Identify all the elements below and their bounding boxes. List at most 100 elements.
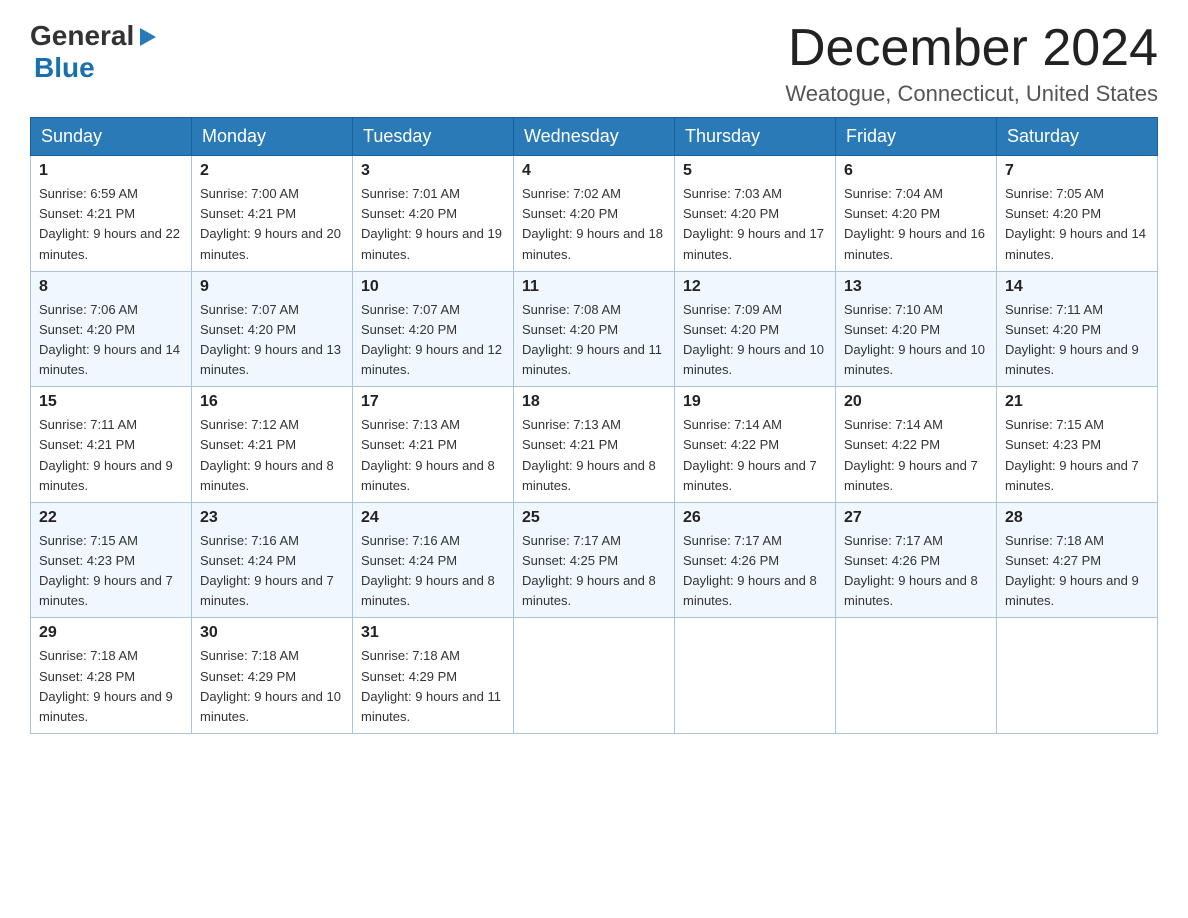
- day-number: 1: [39, 162, 183, 180]
- day-number: 9: [200, 278, 344, 296]
- calendar-day-cell: 24 Sunrise: 7:16 AMSunset: 4:24 PMDaylig…: [353, 502, 514, 618]
- day-info: Sunrise: 7:11 AMSunset: 4:20 PMDaylight:…: [1005, 302, 1139, 377]
- day-info: Sunrise: 7:01 AMSunset: 4:20 PMDaylight:…: [361, 186, 502, 261]
- calendar-day-cell: 2 Sunrise: 7:00 AMSunset: 4:21 PMDayligh…: [192, 156, 353, 272]
- calendar-week-row: 29 Sunrise: 7:18 AMSunset: 4:28 PMDaylig…: [31, 618, 1158, 734]
- day-number: 12: [683, 278, 827, 296]
- calendar-day-cell: 1 Sunrise: 6:59 AMSunset: 4:21 PMDayligh…: [31, 156, 192, 272]
- day-info: Sunrise: 7:17 AMSunset: 4:26 PMDaylight:…: [844, 533, 978, 608]
- calendar-day-cell: 6 Sunrise: 7:04 AMSunset: 4:20 PMDayligh…: [836, 156, 997, 272]
- day-number: 23: [200, 509, 344, 527]
- calendar-week-row: 8 Sunrise: 7:06 AMSunset: 4:20 PMDayligh…: [31, 271, 1158, 387]
- logo-triangle-icon: [136, 26, 158, 48]
- day-number: 17: [361, 393, 505, 411]
- calendar-day-header: Monday: [192, 118, 353, 156]
- calendar-day-header: Thursday: [675, 118, 836, 156]
- calendar-day-cell: [514, 618, 675, 734]
- calendar-day-cell: 17 Sunrise: 7:13 AMSunset: 4:21 PMDaylig…: [353, 387, 514, 503]
- calendar-day-cell: 21 Sunrise: 7:15 AMSunset: 4:23 PMDaylig…: [997, 387, 1158, 503]
- calendar-day-cell: 11 Sunrise: 7:08 AMSunset: 4:20 PMDaylig…: [514, 271, 675, 387]
- calendar-table: SundayMondayTuesdayWednesdayThursdayFrid…: [30, 117, 1158, 734]
- calendar-day-cell: 27 Sunrise: 7:17 AMSunset: 4:26 PMDaylig…: [836, 502, 997, 618]
- day-number: 15: [39, 393, 183, 411]
- calendar-day-cell: 18 Sunrise: 7:13 AMSunset: 4:21 PMDaylig…: [514, 387, 675, 503]
- calendar-day-header: Tuesday: [353, 118, 514, 156]
- day-info: Sunrise: 7:08 AMSunset: 4:20 PMDaylight:…: [522, 302, 662, 377]
- day-number: 29: [39, 624, 183, 642]
- calendar-day-cell: 19 Sunrise: 7:14 AMSunset: 4:22 PMDaylig…: [675, 387, 836, 503]
- day-number: 10: [361, 278, 505, 296]
- logo-general-text: General: [30, 20, 134, 52]
- calendar-day-cell: [836, 618, 997, 734]
- calendar-day-cell: 10 Sunrise: 7:07 AMSunset: 4:20 PMDaylig…: [353, 271, 514, 387]
- day-info: Sunrise: 7:11 AMSunset: 4:21 PMDaylight:…: [39, 417, 173, 492]
- calendar-day-cell: 7 Sunrise: 7:05 AMSunset: 4:20 PMDayligh…: [997, 156, 1158, 272]
- calendar-week-row: 22 Sunrise: 7:15 AMSunset: 4:23 PMDaylig…: [31, 502, 1158, 618]
- day-info: Sunrise: 7:09 AMSunset: 4:20 PMDaylight:…: [683, 302, 824, 377]
- day-info: Sunrise: 7:16 AMSunset: 4:24 PMDaylight:…: [361, 533, 495, 608]
- day-info: Sunrise: 7:10 AMSunset: 4:20 PMDaylight:…: [844, 302, 985, 377]
- calendar-day-cell: [675, 618, 836, 734]
- calendar-day-cell: 12 Sunrise: 7:09 AMSunset: 4:20 PMDaylig…: [675, 271, 836, 387]
- day-number: 5: [683, 162, 827, 180]
- calendar-day-cell: 4 Sunrise: 7:02 AMSunset: 4:20 PMDayligh…: [514, 156, 675, 272]
- day-number: 7: [1005, 162, 1149, 180]
- day-info: Sunrise: 7:06 AMSunset: 4:20 PMDaylight:…: [39, 302, 180, 377]
- month-title: December 2024: [785, 20, 1158, 77]
- calendar-day-cell: 3 Sunrise: 7:01 AMSunset: 4:20 PMDayligh…: [353, 156, 514, 272]
- day-number: 11: [522, 278, 666, 296]
- day-info: Sunrise: 7:16 AMSunset: 4:24 PMDaylight:…: [200, 533, 334, 608]
- day-number: 18: [522, 393, 666, 411]
- day-info: Sunrise: 7:00 AMSunset: 4:21 PMDaylight:…: [200, 186, 341, 261]
- logo-blue-text: Blue: [34, 52, 95, 83]
- calendar-day-cell: 14 Sunrise: 7:11 AMSunset: 4:20 PMDaylig…: [997, 271, 1158, 387]
- calendar-day-cell: 23 Sunrise: 7:16 AMSunset: 4:24 PMDaylig…: [192, 502, 353, 618]
- calendar-day-cell: 20 Sunrise: 7:14 AMSunset: 4:22 PMDaylig…: [836, 387, 997, 503]
- day-number: 27: [844, 509, 988, 527]
- day-number: 4: [522, 162, 666, 180]
- day-info: Sunrise: 7:15 AMSunset: 4:23 PMDaylight:…: [39, 533, 173, 608]
- day-info: Sunrise: 7:15 AMSunset: 4:23 PMDaylight:…: [1005, 417, 1139, 492]
- calendar-week-row: 1 Sunrise: 6:59 AMSunset: 4:21 PMDayligh…: [31, 156, 1158, 272]
- page-header: General Blue December 2024 Weatogue, Con…: [30, 20, 1158, 107]
- calendar-day-header: Sunday: [31, 118, 192, 156]
- day-info: Sunrise: 7:18 AMSunset: 4:29 PMDaylight:…: [200, 648, 341, 723]
- location-title: Weatogue, Connecticut, United States: [785, 81, 1158, 107]
- calendar-day-cell: 22 Sunrise: 7:15 AMSunset: 4:23 PMDaylig…: [31, 502, 192, 618]
- calendar-week-row: 15 Sunrise: 7:11 AMSunset: 4:21 PMDaylig…: [31, 387, 1158, 503]
- calendar-day-cell: [997, 618, 1158, 734]
- day-number: 21: [1005, 393, 1149, 411]
- day-number: 14: [1005, 278, 1149, 296]
- day-info: Sunrise: 7:13 AMSunset: 4:21 PMDaylight:…: [522, 417, 656, 492]
- day-number: 31: [361, 624, 505, 642]
- day-info: Sunrise: 7:18 AMSunset: 4:29 PMDaylight:…: [361, 648, 501, 723]
- calendar-day-cell: 9 Sunrise: 7:07 AMSunset: 4:20 PMDayligh…: [192, 271, 353, 387]
- day-number: 20: [844, 393, 988, 411]
- day-info: Sunrise: 7:18 AMSunset: 4:27 PMDaylight:…: [1005, 533, 1139, 608]
- day-info: Sunrise: 7:05 AMSunset: 4:20 PMDaylight:…: [1005, 186, 1146, 261]
- day-number: 6: [844, 162, 988, 180]
- calendar-day-header: Saturday: [997, 118, 1158, 156]
- day-info: Sunrise: 7:04 AMSunset: 4:20 PMDaylight:…: [844, 186, 985, 261]
- day-info: Sunrise: 7:13 AMSunset: 4:21 PMDaylight:…: [361, 417, 495, 492]
- day-info: Sunrise: 7:12 AMSunset: 4:21 PMDaylight:…: [200, 417, 334, 492]
- title-block: December 2024 Weatogue, Connecticut, Uni…: [785, 20, 1158, 107]
- calendar-day-cell: 16 Sunrise: 7:12 AMSunset: 4:21 PMDaylig…: [192, 387, 353, 503]
- day-info: Sunrise: 7:07 AMSunset: 4:20 PMDaylight:…: [361, 302, 502, 377]
- day-info: Sunrise: 7:17 AMSunset: 4:25 PMDaylight:…: [522, 533, 656, 608]
- day-number: 2: [200, 162, 344, 180]
- day-number: 24: [361, 509, 505, 527]
- day-number: 28: [1005, 509, 1149, 527]
- day-number: 3: [361, 162, 505, 180]
- logo: General Blue: [30, 20, 158, 84]
- calendar-day-cell: 13 Sunrise: 7:10 AMSunset: 4:20 PMDaylig…: [836, 271, 997, 387]
- calendar-day-header: Wednesday: [514, 118, 675, 156]
- calendar-day-cell: 26 Sunrise: 7:17 AMSunset: 4:26 PMDaylig…: [675, 502, 836, 618]
- day-info: Sunrise: 7:18 AMSunset: 4:28 PMDaylight:…: [39, 648, 173, 723]
- calendar-day-cell: 31 Sunrise: 7:18 AMSunset: 4:29 PMDaylig…: [353, 618, 514, 734]
- calendar-day-cell: 29 Sunrise: 7:18 AMSunset: 4:28 PMDaylig…: [31, 618, 192, 734]
- day-info: Sunrise: 7:17 AMSunset: 4:26 PMDaylight:…: [683, 533, 817, 608]
- day-number: 25: [522, 509, 666, 527]
- day-info: Sunrise: 7:14 AMSunset: 4:22 PMDaylight:…: [844, 417, 978, 492]
- day-number: 26: [683, 509, 827, 527]
